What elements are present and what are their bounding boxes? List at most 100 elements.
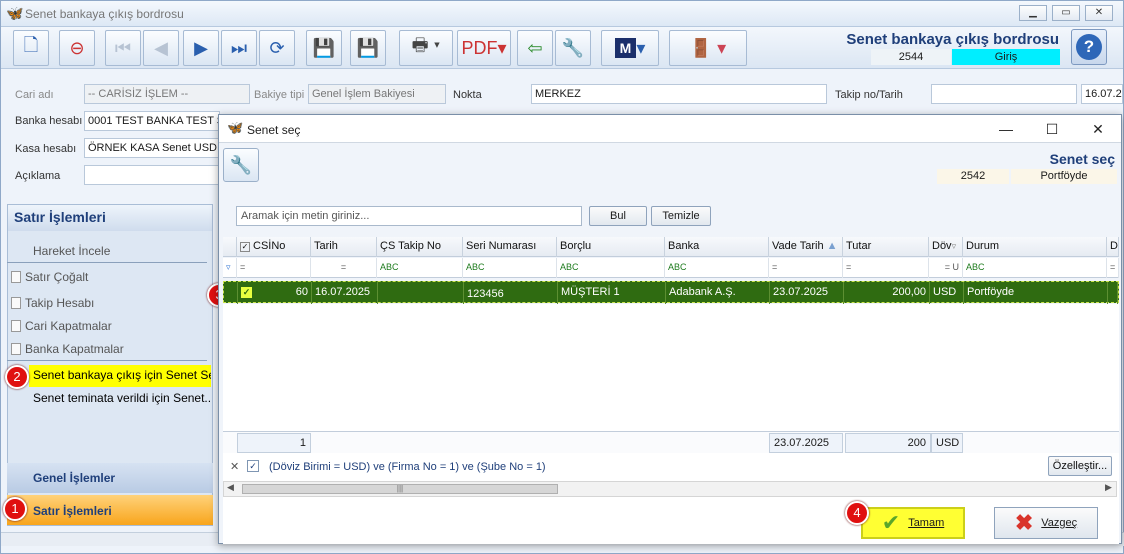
- dialog-tools-icon[interactable]: 🔧: [223, 148, 259, 182]
- butterfly-logo-icon: 🦋: [6, 5, 24, 21]
- menu-item-label: Satır Çoğalt: [25, 270, 89, 284]
- filter-more[interactable]: =: [1107, 258, 1119, 278]
- next-record-icon[interactable]: ▶: [183, 30, 219, 66]
- previous-record-icon[interactable]: ◀: [143, 30, 179, 66]
- filter-borclu[interactable]: ABC: [557, 258, 665, 278]
- banka-field[interactable]: 0001 TEST BANKA TEST ŞUB: [84, 111, 220, 131]
- filter-vade[interactable]: =: [769, 258, 843, 278]
- last-record-icon[interactable]: ⏭: [221, 30, 257, 66]
- menu-item-cogalt[interactable]: Satır Çoğalt: [7, 267, 207, 289]
- import-icon[interactable]: ⇦: [517, 30, 553, 66]
- first-record-icon[interactable]: ⏮: [105, 30, 141, 66]
- grid-horizontal-scrollbar[interactable]: ◀ ||| ▶: [223, 481, 1117, 497]
- menu-item-banka[interactable]: Banka Kapatmalar: [7, 339, 207, 361]
- nokta-field[interactable]: MERKEZ: [531, 84, 827, 104]
- menu-item-senet-sec[interactable]: Senet bankaya çıkış için Senet Seç: [29, 365, 211, 387]
- menu-item-takip[interactable]: Takip Hesabı: [7, 293, 207, 315]
- filter-text[interactable]: (Döviz Birimi = USD) ve (Firma No = 1) v…: [269, 461, 546, 473]
- cancel-button[interactable]: ✖ Vazgeç: [994, 507, 1098, 539]
- filter-doviz[interactable]: = U: [929, 258, 963, 278]
- menu-item-label: Cari Kapatmalar: [25, 319, 112, 333]
- bakiye-field[interactable]: Genel İşlem Bakiyesi: [308, 84, 446, 104]
- cell-durum: Portföyde: [964, 282, 1108, 304]
- search-input[interactable]: Aramak için metin giriniz...: [236, 206, 582, 226]
- ok-button[interactable]: ✔ Tamam: [861, 507, 965, 539]
- minimize-button[interactable]: ▁: [1019, 5, 1047, 21]
- tarih-field[interactable]: 16.07.2: [1081, 84, 1123, 104]
- banka-label: Banka hesabı: [15, 115, 83, 127]
- cell-csino[interactable]: ✓ 60: [238, 282, 312, 304]
- scroll-thumb[interactable]: |||: [242, 484, 558, 494]
- delete-record-icon[interactable]: ⊖: [59, 30, 95, 66]
- print-icon[interactable]: 🖶 ▾: [399, 30, 453, 66]
- filter-cs-takip[interactable]: ABC: [377, 258, 463, 278]
- panel-title: Satır İşlemleri: [8, 205, 212, 231]
- pdf-export-icon[interactable]: PDF▾: [457, 30, 511, 66]
- filter-tarih[interactable]: =: [311, 258, 377, 278]
- col-durum[interactable]: Durum: [963, 237, 1107, 257]
- dialog-close-button[interactable]: ✕: [1083, 119, 1113, 139]
- col-tutar[interactable]: Tutar: [843, 237, 929, 257]
- save-cancel-icon[interactable]: 💾: [350, 30, 386, 66]
- col-borclu[interactable]: Borçlu: [557, 237, 665, 257]
- col-banka[interactable]: Banka: [665, 237, 769, 257]
- help-button[interactable]: ?: [1071, 29, 1107, 65]
- doc-number: 2544: [871, 49, 951, 65]
- table-row[interactable]: ✓ 60 16.07.2025 123456 MÜŞTERİ 1 Adabank …: [223, 281, 1119, 304]
- customize-button[interactable]: Özelleştir...: [1048, 456, 1112, 476]
- cancel-x-icon: ✖: [1014, 510, 1034, 535]
- menu-item-senet-teminat[interactable]: Senet teminata verildi için Senet...: [29, 388, 211, 410]
- col-cs-takip[interactable]: ÇS Takip No: [377, 237, 463, 257]
- col-doviz[interactable]: Döv▿: [929, 237, 963, 257]
- takip-label: Takip no/Tarih: [835, 89, 903, 101]
- m-menu-icon[interactable]: M ▾: [601, 30, 659, 66]
- filter-banka[interactable]: ABC: [665, 258, 769, 278]
- filter-tutar[interactable]: =: [843, 258, 929, 278]
- menu-item-hareket[interactable]: Hareket İncele: [7, 241, 207, 263]
- tools-icon[interactable]: 🔧: [555, 30, 591, 66]
- cell-tutar: 200,00: [844, 282, 930, 304]
- maximize-button[interactable]: ▭: [1052, 5, 1080, 21]
- col-vade[interactable]: Vade Tarih ▲: [769, 237, 843, 257]
- grid-empty-area: [223, 304, 1119, 544]
- col-csino[interactable]: ✓ CSİNo: [237, 237, 311, 257]
- filter-durum[interactable]: ABC: [963, 258, 1107, 278]
- cari-label: Cari adı: [15, 89, 54, 101]
- find-button[interactable]: Bul: [589, 206, 647, 226]
- select-all-checkbox[interactable]: ✓: [240, 242, 250, 252]
- filter-seri[interactable]: ABC: [463, 258, 557, 278]
- cell-cs-takip: [378, 282, 464, 304]
- dialog-minimize-button[interactable]: —: [991, 119, 1021, 139]
- clear-filter-icon[interactable]: ✕: [230, 460, 239, 473]
- doc-state-badge: Giriş: [952, 49, 1060, 65]
- new-record-icon[interactable]: 🗋: [13, 30, 49, 66]
- dialog-maximize-button[interactable]: ☐: [1037, 119, 1067, 139]
- refresh-icon[interactable]: ⟳: [259, 30, 295, 66]
- menu-item-label: Banka Kapatmalar: [25, 342, 124, 356]
- row-checkbox[interactable]: ✓: [241, 287, 252, 298]
- general-ops-tab[interactable]: Genel İşlemler: [7, 463, 213, 493]
- aciklama-field[interactable]: [84, 165, 220, 185]
- save-icon[interactable]: 💾: [306, 30, 342, 66]
- text-filter-icon: ABC: [966, 262, 985, 272]
- kasa-field[interactable]: ÖRNEK KASA Senet USD: [84, 138, 220, 158]
- menu-item-cari[interactable]: Cari Kapatmalar: [7, 316, 207, 338]
- text-filter-icon: ABC: [466, 262, 485, 272]
- col-tarih[interactable]: Tarih: [311, 237, 377, 257]
- kasa-label: Kasa hesabı: [15, 143, 77, 155]
- line-ops-tab[interactable]: Satır İşlemleri: [7, 495, 213, 525]
- close-button[interactable]: ✕: [1085, 5, 1113, 21]
- scroll-right-icon[interactable]: ▶: [1105, 482, 1112, 493]
- filter-enabled-checkbox[interactable]: ✓: [247, 460, 259, 472]
- row-indicator-header: [223, 237, 237, 257]
- clear-button[interactable]: Temizle: [651, 206, 711, 226]
- filter-csino[interactable]: =: [237, 258, 311, 278]
- scroll-left-icon[interactable]: ◀: [227, 482, 234, 493]
- exit-door-icon[interactable]: 🚪 ▾: [669, 30, 747, 66]
- col-more[interactable]: D: [1107, 237, 1119, 257]
- cari-field[interactable]: -- CARİSİZ İŞLEM --: [84, 84, 250, 104]
- col-seri[interactable]: Seri Numarası: [463, 237, 557, 257]
- takip-field[interactable]: [931, 84, 1077, 104]
- title-bar: 🦋 Senet bankaya çıkış bordrosu ▁ ▭ ✕: [1, 1, 1123, 27]
- help-icon: ?: [1076, 34, 1102, 60]
